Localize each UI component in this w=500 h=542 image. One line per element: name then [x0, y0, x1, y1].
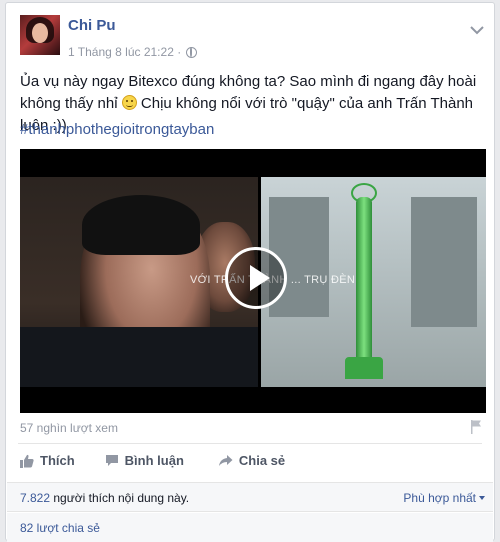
- divider: [18, 443, 482, 444]
- like-button[interactable]: Thích: [20, 453, 75, 468]
- share-button[interactable]: Chia sẻ: [218, 453, 285, 468]
- like-label: Thích: [40, 453, 75, 468]
- comment-button[interactable]: Bình luận: [105, 453, 184, 468]
- likes-suffix: người thích nội dung này.: [50, 491, 190, 505]
- author-name[interactable]: Chi Pu: [68, 17, 116, 34]
- shares-summary: 82 lượt chia sẻ: [7, 513, 493, 542]
- likes-text: 7.822 người thích nội dung này.: [20, 491, 189, 505]
- like-icon: [20, 454, 34, 468]
- view-count[interactable]: 57 nghìn lượt xem: [20, 421, 118, 435]
- chevron-down-icon[interactable]: [470, 25, 484, 35]
- action-bar: Thích Bình luận Chia sẻ: [20, 453, 285, 468]
- video-player[interactable]: VỚI TRẤN THÀNH ... TRỤ ĐÈN: [20, 149, 486, 413]
- avatar[interactable]: [20, 15, 60, 55]
- hashtag-link[interactable]: #thanhphothegioitrongtayban: [20, 121, 214, 138]
- post-meta: 1 Tháng 8 lúc 21:22 ·: [68, 45, 198, 59]
- share-icon: [218, 455, 233, 466]
- post-timestamp[interactable]: 1 Tháng 8 lúc 21:22 ·: [68, 45, 181, 59]
- play-icon[interactable]: [225, 247, 287, 309]
- likes-summary: 7.822 người thích nội dung này. Phù hợp …: [7, 482, 493, 512]
- post-card: Chi Pu 1 Tháng 8 lúc 21:22 · Ủa vụ này n…: [5, 2, 495, 542]
- share-label: Chia sẻ: [238, 453, 286, 468]
- sort-dropdown[interactable]: Phù hợp nhất: [403, 491, 485, 505]
- globe-icon[interactable]: [186, 46, 198, 58]
- comment-icon: [105, 455, 118, 466]
- flag-icon[interactable]: [470, 419, 482, 435]
- shares-count[interactable]: 82 lượt chia sẻ: [20, 521, 100, 535]
- sort-label: Phù hợp nhất: [403, 491, 476, 505]
- caret-down-icon: [479, 496, 485, 500]
- comment-label: Bình luận: [124, 453, 184, 468]
- likes-count[interactable]: 7.822: [20, 491, 50, 505]
- smiley-icon: [121, 95, 137, 110]
